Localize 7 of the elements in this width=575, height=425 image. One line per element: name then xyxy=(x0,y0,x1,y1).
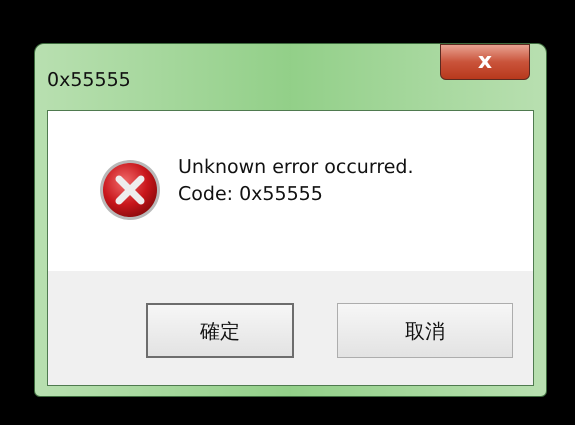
window-title: 0x55555 xyxy=(47,68,131,93)
message-text: Code: 0x55555 xyxy=(178,182,324,207)
message-text: Unknown error occurred. xyxy=(178,155,414,180)
dialog-button[interactable]: 確定 xyxy=(146,303,294,358)
error-icon xyxy=(98,158,162,222)
dialog-button[interactable]: 取消 xyxy=(337,303,513,358)
close-button[interactable]: x xyxy=(440,44,530,80)
